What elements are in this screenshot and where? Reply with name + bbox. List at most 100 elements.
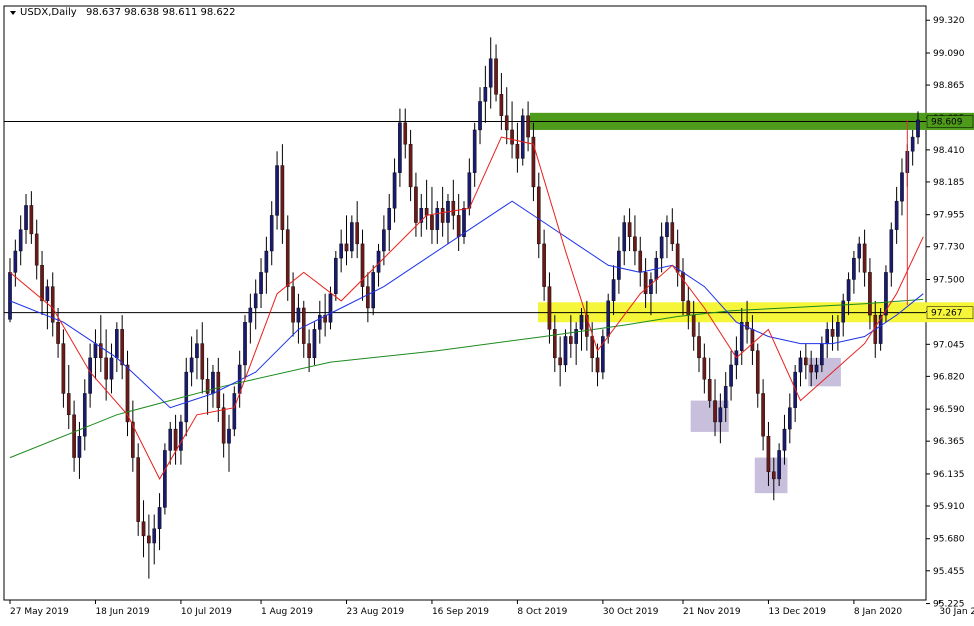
candle-body[interactable] xyxy=(494,58,498,95)
candle-body[interactable] xyxy=(414,186,418,223)
candle-body[interactable] xyxy=(253,293,258,309)
candle-body[interactable] xyxy=(339,243,343,259)
candle-body[interactable] xyxy=(317,314,322,330)
candle-body[interactable] xyxy=(520,115,525,159)
candle-body[interactable] xyxy=(104,357,108,380)
candle-body[interactable] xyxy=(168,428,173,451)
candle-body[interactable] xyxy=(718,407,723,423)
candle-body[interactable] xyxy=(72,414,76,458)
candle-body[interactable] xyxy=(211,371,215,394)
candle-body[interactable] xyxy=(633,236,637,252)
candle-body[interactable] xyxy=(328,293,333,323)
candle-body[interactable] xyxy=(857,243,862,259)
candle-body[interactable] xyxy=(830,329,835,337)
candle-body[interactable] xyxy=(430,215,434,230)
candle-body[interactable] xyxy=(745,322,749,330)
candle-body[interactable] xyxy=(809,364,813,373)
candle-body[interactable] xyxy=(536,186,541,245)
candle-body[interactable] xyxy=(472,129,477,173)
candle-body[interactable] xyxy=(702,357,707,380)
candle-body[interactable] xyxy=(563,336,568,366)
candle-body[interactable] xyxy=(755,350,760,394)
candle-body[interactable] xyxy=(814,364,819,373)
candle-body[interactable] xyxy=(526,115,530,138)
candle-body[interactable] xyxy=(141,521,146,537)
candle-body[interactable] xyxy=(788,407,792,430)
candle-body[interactable] xyxy=(766,435,771,472)
candle-body[interactable] xyxy=(408,143,413,188)
candle-body[interactable] xyxy=(782,428,787,451)
candle-body[interactable] xyxy=(307,343,311,359)
candle-body[interactable] xyxy=(739,322,744,351)
candle-body[interactable] xyxy=(243,322,247,366)
candle-body[interactable] xyxy=(617,250,621,280)
candle-body[interactable] xyxy=(173,428,178,451)
candle-body[interactable] xyxy=(579,314,584,330)
candle-body[interactable] xyxy=(366,286,370,309)
candle-body[interactable] xyxy=(350,222,354,252)
candle-body[interactable] xyxy=(398,122,402,173)
candle-body[interactable] xyxy=(868,272,872,316)
candle-body[interactable] xyxy=(569,336,573,344)
candle-body[interactable] xyxy=(889,229,894,273)
candle-body[interactable] xyxy=(611,279,616,302)
candle-body[interactable] xyxy=(179,421,183,451)
candle-body[interactable] xyxy=(403,122,408,145)
candle-body[interactable] xyxy=(88,357,92,394)
candle-body[interactable] xyxy=(707,379,712,401)
candle-body[interactable] xyxy=(24,205,28,230)
candle-body[interactable] xyxy=(50,286,55,323)
candle-body[interactable] xyxy=(750,329,755,351)
candle-body[interactable] xyxy=(777,450,781,480)
candle-body[interactable] xyxy=(713,400,717,423)
candle-body[interactable] xyxy=(638,250,643,273)
candle-body[interactable] xyxy=(200,343,205,380)
candle-body[interactable] xyxy=(189,357,194,373)
candle-body[interactable] xyxy=(248,307,253,323)
candle-body[interactable] xyxy=(846,279,851,302)
candle-body[interactable] xyxy=(275,165,279,216)
chart-window[interactable]: 99.32099.09098.86598.63598.41098.18597.9… xyxy=(0,0,974,622)
price-chart[interactable]: 99.32099.09098.86598.63598.41098.18597.9… xyxy=(0,0,974,622)
candle-body[interactable] xyxy=(862,243,867,273)
candle-body[interactable] xyxy=(798,357,803,373)
candle-body[interactable] xyxy=(510,129,514,145)
candle-body[interactable] xyxy=(280,165,285,230)
candle-body[interactable] xyxy=(440,208,445,223)
candle-body[interactable] xyxy=(77,435,82,458)
candle-body[interactable] xyxy=(163,450,167,508)
candle-body[interactable] xyxy=(665,222,669,237)
candle-body[interactable] xyxy=(478,101,482,131)
candle-body[interactable] xyxy=(296,307,301,323)
candle-body[interactable] xyxy=(590,336,594,359)
candle-body[interactable] xyxy=(371,272,376,309)
candle-body[interactable] xyxy=(424,208,429,216)
candle-body[interactable] xyxy=(13,250,18,273)
candle-body[interactable] xyxy=(435,208,440,230)
candle-body[interactable] xyxy=(93,343,98,359)
candle-body[interactable] xyxy=(649,279,653,294)
candle-body[interactable] xyxy=(40,265,44,302)
candle-body[interactable] xyxy=(483,86,488,102)
candle-body[interactable] xyxy=(195,343,199,359)
candle-body[interactable] xyxy=(841,300,846,323)
candle-body[interactable] xyxy=(723,386,728,408)
candle-body[interactable] xyxy=(232,393,237,430)
candle-body[interactable] xyxy=(729,364,733,387)
candle-body[interactable] xyxy=(221,407,226,444)
candle-body[interactable] xyxy=(558,357,562,366)
candle-body[interactable] xyxy=(82,393,87,437)
candle-body[interactable] xyxy=(804,357,808,366)
candle-body[interactable] xyxy=(56,322,60,344)
candle-body[interactable] xyxy=(825,329,830,344)
candle-body[interactable] xyxy=(344,243,349,252)
candle-body[interactable] xyxy=(910,136,915,152)
candle-body[interactable] xyxy=(136,457,140,522)
candle-body[interactable] xyxy=(820,343,824,366)
candle-body[interactable] xyxy=(916,119,920,138)
candle-body[interactable] xyxy=(355,222,359,245)
candle-body[interactable] xyxy=(900,172,904,202)
candle-body[interactable] xyxy=(18,229,23,252)
candle-body[interactable] xyxy=(147,535,151,544)
triangle-down-icon[interactable] xyxy=(10,11,16,15)
